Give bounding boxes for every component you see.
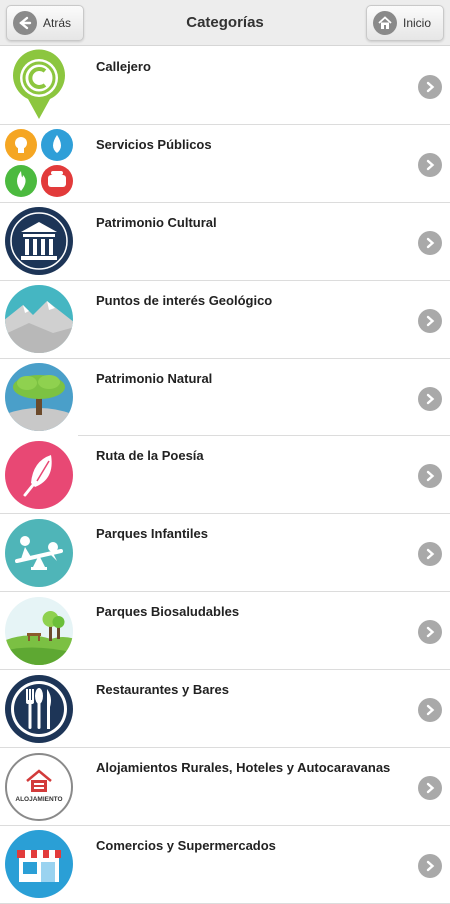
category-label: Puntos de interés Geológico — [96, 292, 273, 308]
chevron-right-icon[interactable] — [418, 152, 442, 177]
category-label: Callejero — [96, 59, 151, 74]
public-services-icon — [0, 124, 78, 202]
category-label: Restaurantes y Bares — [96, 682, 229, 698]
chevron-right-icon[interactable] — [418, 853, 442, 878]
category-item-servicios-publicos[interactable]: Servicios Públicos — [0, 124, 450, 203]
seesaw-icon — [0, 514, 78, 592]
feather-icon — [0, 436, 78, 514]
category-label: Patrimonio Cultural — [96, 214, 217, 230]
category-item-alojamientos[interactable]: ALOJAMIENTO Alojamientos Rurales, Hotele… — [0, 748, 450, 826]
chevron-right-icon[interactable] — [418, 698, 442, 723]
chevron-right-icon[interactable] — [418, 464, 442, 489]
category-item-comercios[interactable]: Comercios y Supermercados — [0, 825, 450, 904]
category-item-puntos-geologicos[interactable]: Puntos de interés Geológico — [0, 280, 450, 359]
category-label: Servicios Públicos — [96, 136, 212, 152]
category-list: Callejero Servicios Públicos Patrimonio … — [0, 47, 450, 904]
home-button-label: Inicio — [403, 16, 432, 30]
chevron-right-icon[interactable] — [418, 308, 442, 333]
museum-icon — [0, 202, 78, 280]
home-icon — [373, 11, 397, 35]
category-label: Parques Biosaludables — [96, 604, 240, 620]
category-item-parques-infantiles[interactable]: Parques Infantiles — [0, 514, 450, 593]
chevron-right-icon[interactable] — [418, 542, 442, 567]
shop-icon — [0, 825, 78, 903]
lodging-icon-text: ALOJAMIENTO — [15, 796, 62, 803]
category-item-ruta-poesia[interactable]: Ruta de la Poesía — [0, 436, 450, 515]
category-label: Parques Infantiles — [96, 526, 208, 542]
chevron-right-icon[interactable] — [418, 386, 442, 411]
category-label: Comercios y Supermercados — [96, 837, 276, 853]
category-item-patrimonio-natural[interactable]: Patrimonio Natural — [0, 358, 450, 437]
cutlery-icon — [0, 670, 78, 748]
chevron-right-icon[interactable] — [418, 230, 442, 255]
park-icon — [0, 592, 78, 670]
category-item-callejero[interactable]: Callejero — [0, 47, 450, 125]
category-item-parques-biosaludables[interactable]: Parques Biosaludables — [0, 592, 450, 671]
category-label: Alojamientos Rurales, Hoteles y Autocara… — [96, 760, 391, 776]
top-bar: Atrás Categorías Inicio — [0, 0, 450, 46]
tree-icon — [0, 358, 78, 436]
lodging-icon: ALOJAMIENTO — [0, 748, 78, 826]
home-button[interactable]: Inicio — [366, 5, 444, 41]
map-pin-icon — [0, 47, 78, 124]
chevron-right-icon[interactable] — [418, 75, 442, 99]
category-label: Patrimonio Natural — [96, 370, 213, 386]
category-item-restaurantes[interactable]: Restaurantes y Bares — [0, 670, 450, 749]
category-item-patrimonio-cultural[interactable]: Patrimonio Cultural — [0, 202, 450, 281]
chevron-right-icon[interactable] — [418, 620, 442, 645]
category-label: Ruta de la Poesía — [96, 448, 204, 464]
mountain-icon — [0, 280, 78, 358]
chevron-right-icon[interactable] — [418, 776, 442, 801]
